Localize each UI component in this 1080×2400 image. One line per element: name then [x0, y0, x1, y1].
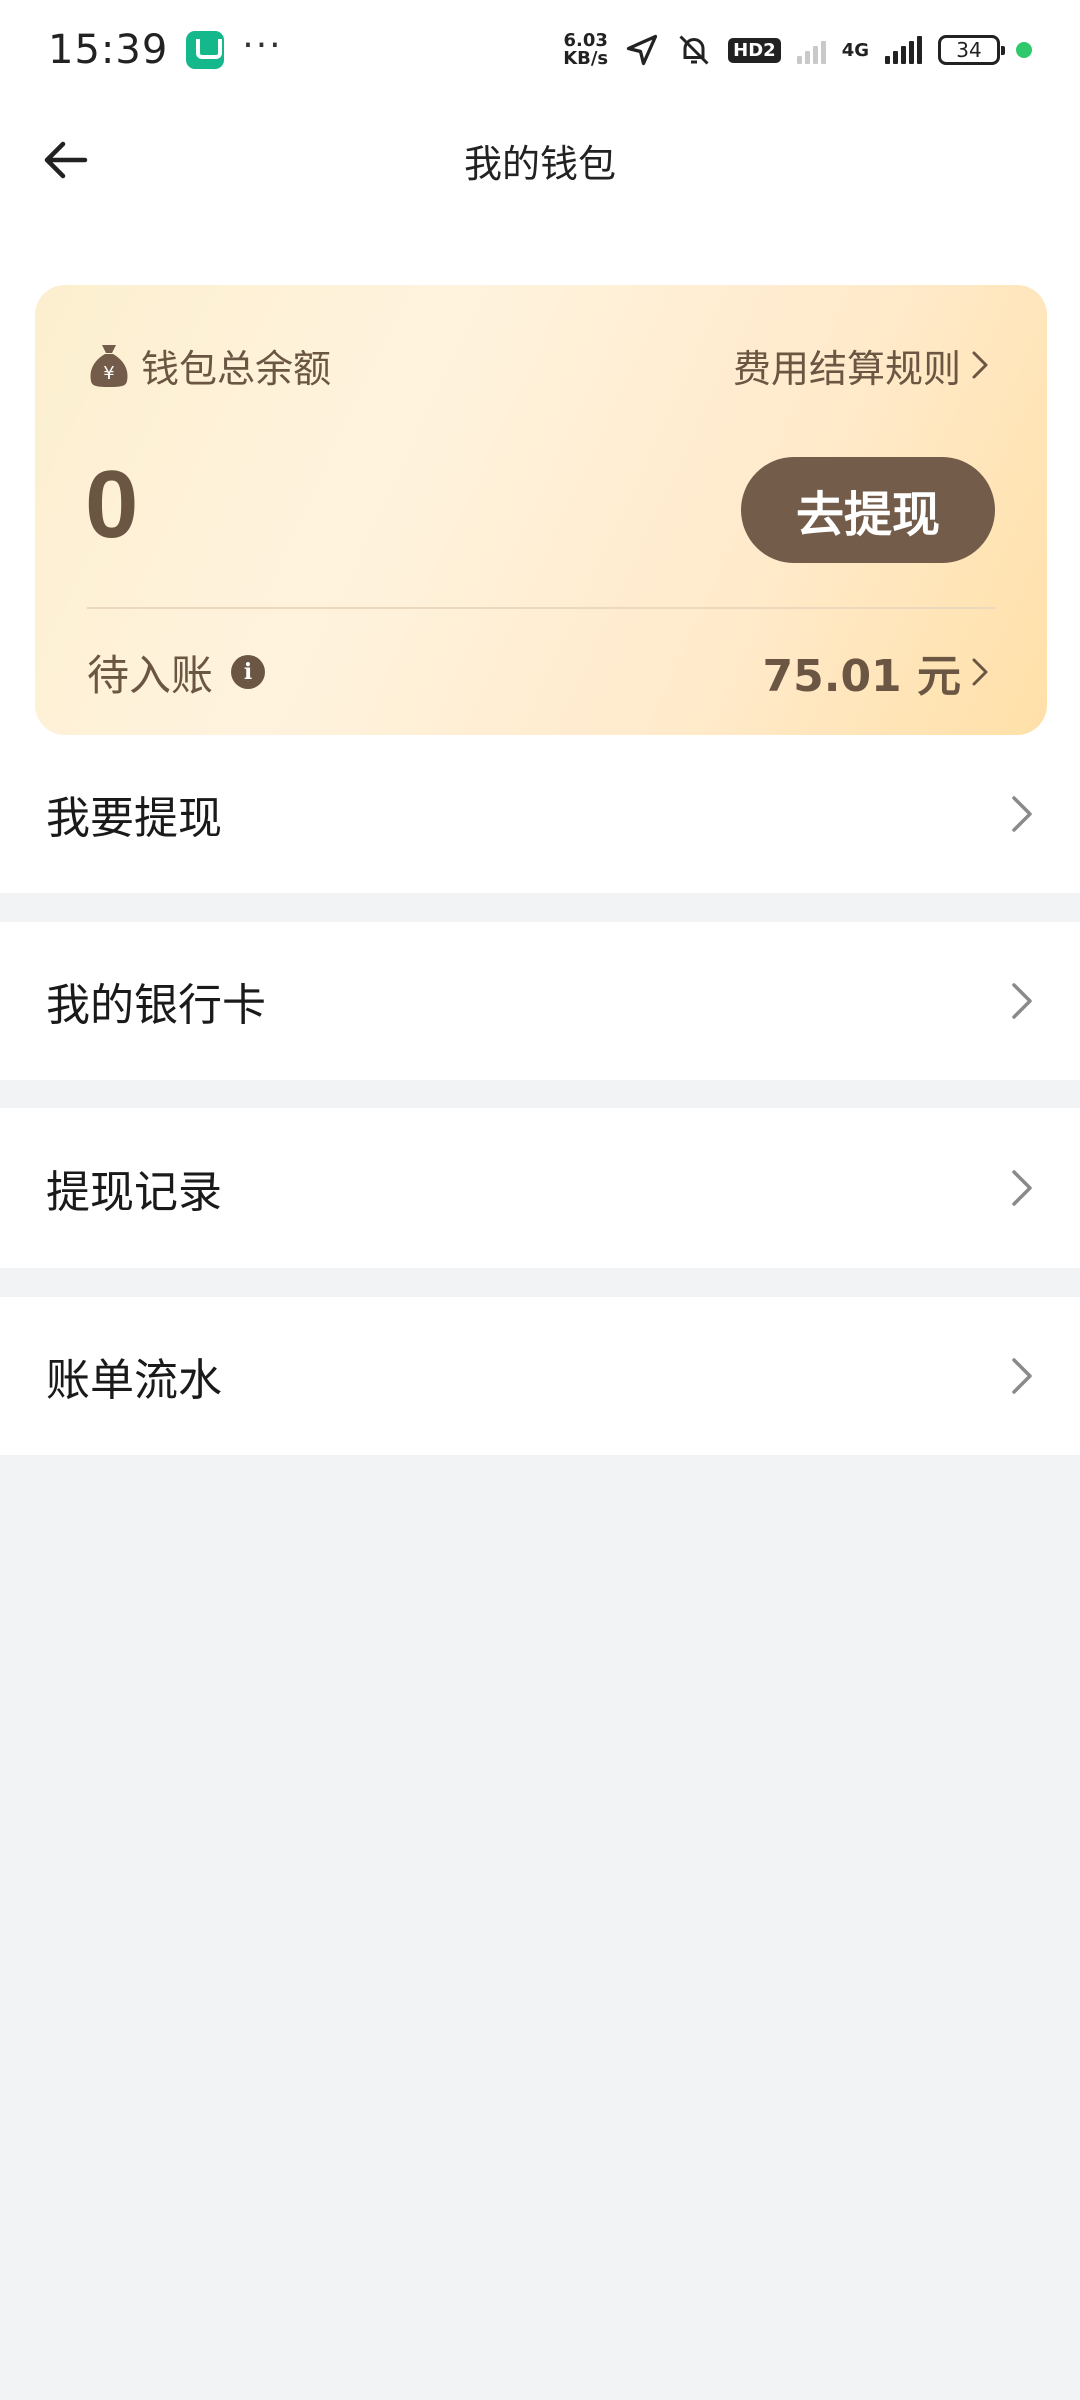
pending-amount-link[interactable]: 75.01 元 — [763, 640, 990, 704]
menu-item-bill-flow[interactable]: 账单流水 — [0, 1297, 1080, 1455]
total-balance-label: 钱包总余额 — [141, 346, 332, 391]
chevron-right-icon — [972, 658, 988, 686]
status-bar: 15:39 ··· 6.03 KB/s HD2 4G 34 — [0, 0, 1080, 100]
money-bag-icon: ¥ — [90, 345, 128, 387]
menu-item-bank-cards[interactable]: 我的银行卡 — [0, 922, 1080, 1080]
status-time: 15:39 — [48, 27, 169, 73]
chevron-right-icon — [1012, 983, 1032, 1019]
network-type: 4G — [841, 39, 869, 61]
menu-item-label: 我的银行卡 — [46, 980, 266, 1031]
wallet-balance-card: ¥ 钱包总余额 费用结算规则 0 去提现 待入账 i 75.01 元 — [35, 285, 1047, 735]
chevron-right-icon — [972, 351, 988, 379]
pending-amount: 75.01 元 — [762, 651, 962, 702]
menu-item-withdraw[interactable]: 我要提现 — [0, 735, 1080, 893]
signal-sim2-icon — [885, 36, 922, 64]
chevron-right-icon — [1012, 1170, 1032, 1206]
privacy-dot-icon — [1016, 42, 1032, 58]
menu-item-label: 提现记录 — [46, 1167, 222, 1218]
fee-rules-label: 费用结算规则 — [732, 346, 961, 391]
info-icon[interactable]: i — [231, 655, 266, 689]
hd-voice-badge: HD2 — [728, 37, 781, 63]
mute-bell-icon — [679, 35, 709, 65]
pending-row[interactable]: 待入账 i 75.01 元 — [87, 637, 989, 707]
svg-text:¥: ¥ — [103, 363, 114, 384]
menu-item-withdraw-records[interactable]: 提现记录 — [0, 1108, 1080, 1268]
signal-sim1-icon — [796, 36, 826, 64]
more-notifications-icon: ··· — [242, 24, 283, 66]
battery-level: 34 — [956, 38, 982, 62]
menu-item-label: 我要提现 — [46, 793, 222, 844]
pending-label: 待入账 — [87, 650, 214, 700]
nav-bar: 我的钱包 — [0, 100, 1080, 220]
fee-rules-link[interactable]: 费用结算规则 — [733, 338, 989, 393]
battery-icon: 34 — [938, 35, 1005, 65]
status-right: 6.03 KB/s HD2 4G 34 — [563, 31, 1032, 69]
back-button[interactable] — [36, 130, 96, 190]
withdraw-button[interactable]: 去提现 — [741, 457, 995, 563]
card-header: ¥ 钱包总余额 费用结算规则 — [87, 337, 989, 393]
arrow-left-icon — [44, 141, 88, 179]
balance-amount: 0 — [85, 451, 139, 558]
status-left: 15:39 ··· — [48, 24, 283, 74]
page-title: 我的钱包 — [463, 141, 616, 186]
location-icon — [627, 34, 658, 66]
network-speed-unit: KB/s — [563, 48, 609, 69]
chevron-right-icon — [1012, 1358, 1032, 1394]
menu-item-label: 账单流水 — [46, 1355, 222, 1406]
chevron-right-icon — [1012, 796, 1032, 832]
network-speed: 6.03 KB/s — [563, 32, 608, 68]
card-divider — [87, 607, 995, 609]
app-notification-icon — [186, 31, 225, 69]
